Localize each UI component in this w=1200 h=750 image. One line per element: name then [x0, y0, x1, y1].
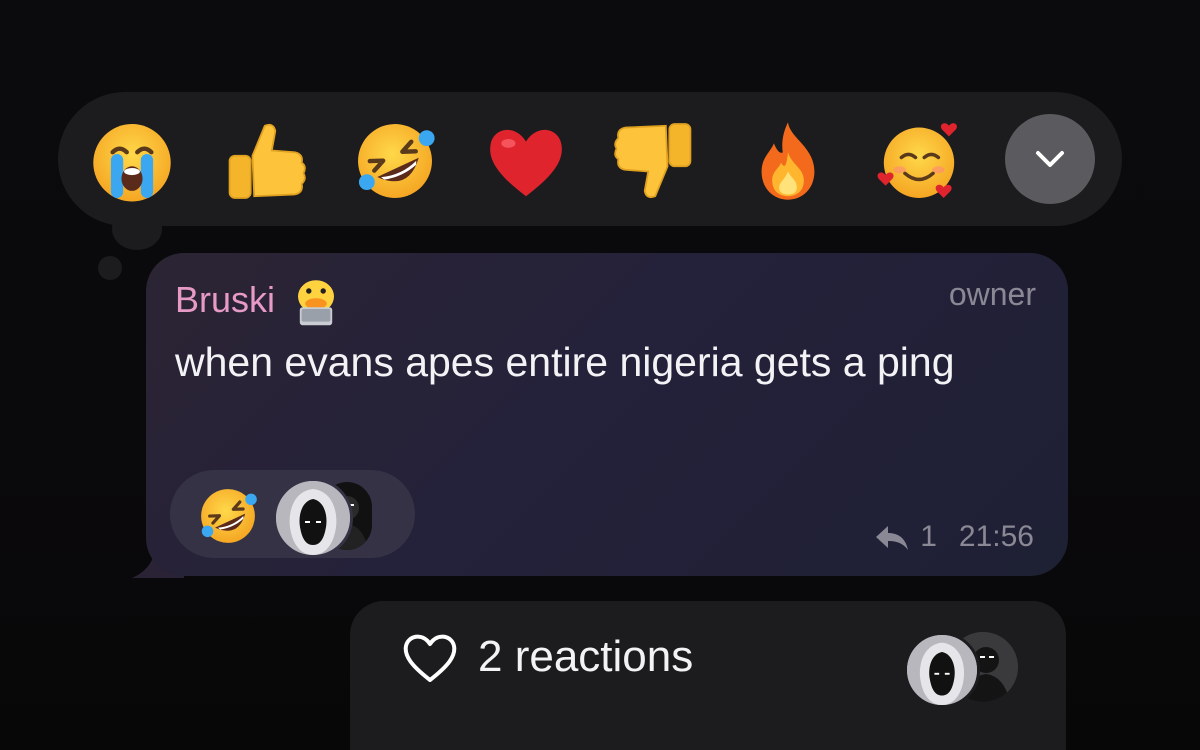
heart-outline-icon	[403, 634, 457, 682]
fire-icon	[761, 122, 815, 200]
sender-name[interactable]: Bruski	[175, 279, 275, 321]
loudly-crying-face-icon	[93, 124, 171, 202]
reaction-option-thumbs-down[interactable]	[609, 113, 705, 209]
reactions-count-row[interactable]: 2 reactions	[400, 630, 693, 684]
message-text: when evans apes entire nigeria gets a pi…	[175, 339, 955, 385]
picker-tail	[112, 208, 162, 250]
reply-count[interactable]: 1	[920, 520, 937, 554]
red-heart-icon	[490, 129, 562, 197]
hooded-figure-avatar	[904, 632, 980, 708]
message-meta: 1 21:56	[874, 520, 1034, 554]
expand-reactions-button[interactable]	[1005, 114, 1095, 204]
reaction-option-loudly-crying-face[interactable]	[84, 113, 180, 209]
chat-screen: Bruski owner when evans apes entire nige…	[0, 0, 1200, 750]
thumbs-down-icon	[614, 123, 692, 199]
reply-arrow-icon[interactable]	[874, 522, 910, 552]
thumbs-up-icon	[228, 123, 306, 199]
message-sender: Bruski	[175, 273, 343, 327]
rolling-on-floor-laughing-icon	[358, 124, 435, 198]
smiling-face-with-hearts-icon	[877, 123, 957, 198]
reaction-option-red-heart[interactable]	[478, 113, 574, 209]
reaction-option-smiling-face-with-hearts[interactable]	[871, 113, 967, 209]
reaction-option-rolling-laughing[interactable]	[347, 113, 443, 209]
sender-role-label: owner	[948, 276, 1036, 312]
reaction-option-thumbs-up[interactable]	[215, 113, 311, 209]
reaction-option-fire[interactable]	[740, 113, 836, 209]
picker-tail-dot	[98, 256, 122, 280]
chip-rolling-laughing-icon	[196, 484, 260, 548]
message-time: 21:56	[958, 520, 1034, 553]
reactions-count-label: 2 reactions	[478, 632, 694, 681]
duck-with-laptop-icon	[289, 273, 343, 327]
hooded-figure-avatar	[273, 478, 353, 558]
chevron-down-icon	[1036, 151, 1064, 167]
